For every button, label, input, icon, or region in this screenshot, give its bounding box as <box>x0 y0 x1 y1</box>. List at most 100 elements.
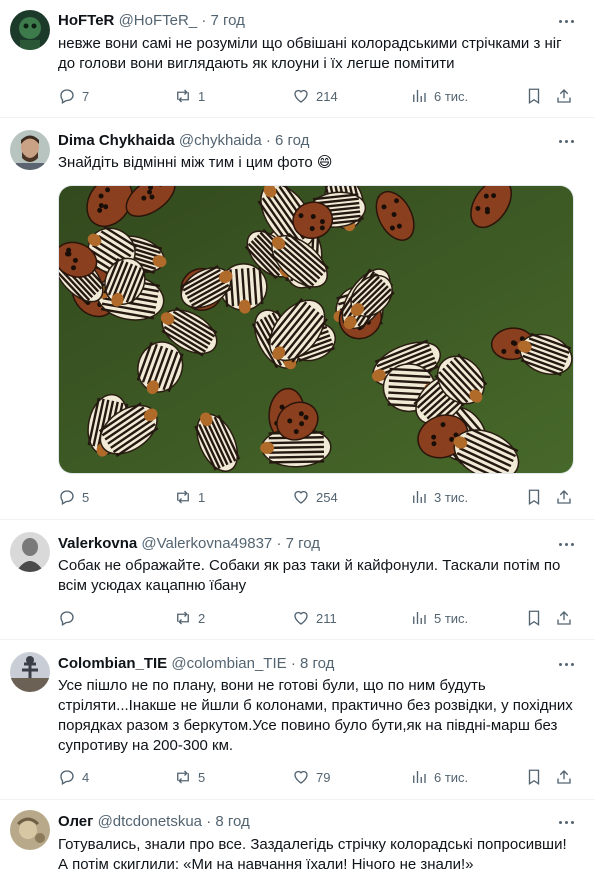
tweet-actions: 7 1 214 6 тис. <box>58 86 578 106</box>
tweet[interactable]: Олег @dtcdonetskua · 8 год Готувались, з… <box>0 800 595 884</box>
heart-icon <box>294 770 308 784</box>
author-handle[interactable]: @colombian_TIE <box>171 655 286 672</box>
timestamp[interactable]: · 6 год <box>266 132 310 149</box>
share-icon <box>557 770 571 784</box>
views-button[interactable]: 3 тис. <box>410 487 468 507</box>
view-count: 5 тис. <box>434 610 469 626</box>
repost-count: 2 <box>198 610 206 626</box>
repost-count: 1 <box>198 88 206 104</box>
avatar[interactable] <box>10 652 50 692</box>
author-name[interactable]: Valerkovna <box>58 535 137 552</box>
views-button[interactable]: 6 тис. <box>410 767 468 787</box>
reply-icon <box>60 611 74 626</box>
reply-button[interactable]: 7 <box>58 86 89 106</box>
repost-button[interactable]: 5 <box>174 767 205 787</box>
avatar[interactable] <box>10 10 50 50</box>
more-icon[interactable] <box>557 815 577 831</box>
tweet[interactable]: Valerkovna @Valerkovna49837 · 7 год Соба… <box>0 520 595 640</box>
author-handle[interactable]: @dtcdonetskua <box>98 813 202 830</box>
tweet-text-line: до голови вони виглядають як клоуни і їх… <box>58 55 455 72</box>
views-button[interactable]: 6 тис. <box>410 86 468 106</box>
tweet-text-line: А потім скиглили: «Ми на навчання їхали!… <box>58 856 474 873</box>
views-icon <box>413 771 426 783</box>
views-icon <box>413 491 426 503</box>
timestamp[interactable]: · 7 год <box>201 12 245 29</box>
tweet-header: Dima Chykhaida @chykhaida · 6 год <box>58 132 309 149</box>
author-handle[interactable]: @HoFTeR_ <box>119 12 198 29</box>
author-name[interactable]: Олег <box>58 813 93 830</box>
more-icon[interactable] <box>557 14 577 30</box>
reply-button[interactable]: 5 <box>58 487 89 507</box>
repost-icon <box>177 89 189 103</box>
bookmark-button[interactable] <box>525 86 543 106</box>
bookmark-icon <box>528 769 540 786</box>
timestamp[interactable]: · 7 год <box>276 535 320 552</box>
avatar[interactable] <box>10 130 50 170</box>
share-button[interactable] <box>555 767 573 787</box>
reply-button[interactable]: 4 <box>58 767 89 787</box>
views-button[interactable]: 5 тис. <box>410 608 468 628</box>
repost-button[interactable]: 1 <box>174 487 205 507</box>
heart-icon <box>294 89 308 103</box>
bookmark-button[interactable] <box>525 608 543 628</box>
avatar[interactable] <box>10 810 50 850</box>
heart-icon <box>294 611 308 625</box>
avatar[interactable] <box>10 532 50 572</box>
tweet-actions: 5 1 254 3 тис. <box>58 487 578 507</box>
author-name[interactable]: Colombian_TIE <box>58 655 167 672</box>
reply-icon <box>60 490 74 505</box>
tweet[interactable]: Dima Chykhaida @chykhaida · 6 год Знайді… <box>0 118 595 520</box>
tweet-text-line: Готувались, знали про все. Заздалегідь с… <box>58 836 567 853</box>
like-button[interactable]: 211 <box>292 608 337 628</box>
tweet-header: Colombian_TIE @colombian_TIE · 8 год <box>58 655 334 672</box>
share-icon <box>557 89 571 103</box>
author-name[interactable]: Dima Chykhaida <box>58 132 175 149</box>
tweet-header: Олег @dtcdonetskua · 8 год <box>58 813 250 830</box>
repost-button[interactable]: 2 <box>174 608 205 628</box>
bookmark-button[interactable] <box>525 487 543 507</box>
like-count: 211 <box>316 610 337 626</box>
repost-button[interactable]: 1 <box>174 86 205 106</box>
author-name[interactable]: HoFTeR <box>58 12 114 29</box>
bookmark-button[interactable] <box>525 767 543 787</box>
share-button[interactable] <box>555 608 573 628</box>
tweet-photo[interactable] <box>58 185 574 474</box>
bookmark-icon <box>528 489 540 506</box>
tweet-text-line: всім усюдах кацапню їбану <box>58 577 247 594</box>
reply-button[interactable] <box>58 608 82 628</box>
tweet[interactable]: HoFTeR @HoFTeR_ · 7 год невже вони самі … <box>0 0 595 118</box>
tweet-text: Собак не ображайте. Собаки як раз таки й… <box>58 556 578 596</box>
more-icon[interactable] <box>557 537 577 553</box>
share-button[interactable] <box>555 86 573 106</box>
view-count: 6 тис. <box>434 88 469 104</box>
view-count: 6 тис. <box>434 769 469 785</box>
like-count: 254 <box>316 489 338 505</box>
tweet[interactable]: Colombian_TIE @colombian_TIE · 8 год Усе… <box>0 640 595 800</box>
like-button[interactable]: 79 <box>292 767 330 787</box>
share-button[interactable] <box>555 487 573 507</box>
reply-count: 7 <box>82 88 90 104</box>
repost-count: 1 <box>198 489 206 505</box>
tweet-text-line: Знайдіть відмінні між тим і цим фото 😄 <box>58 154 333 171</box>
timestamp[interactable]: · 8 год <box>206 813 250 830</box>
tweet-actions: 4 5 79 6 тис. <box>58 767 578 787</box>
author-handle[interactable]: @chykhaida <box>179 132 262 149</box>
tweet-header: HoFTeR @HoFTeR_ · 7 год <box>58 12 245 29</box>
like-button[interactable]: 254 <box>292 487 338 507</box>
timestamp[interactable]: · 8 год <box>291 655 335 672</box>
tweet-text: Готувались, знали про все. Заздалегідь с… <box>58 835 578 875</box>
repost-count: 5 <box>198 769 206 785</box>
like-count: 214 <box>316 88 338 104</box>
repost-icon <box>177 490 189 504</box>
tweet-text-line: Усе пішло не по плану, вони не готові бу… <box>58 677 486 694</box>
views-icon <box>413 612 426 624</box>
reply-icon <box>60 770 74 785</box>
more-icon[interactable] <box>557 657 577 673</box>
tweet-text-line: невже вони самі не розуміли що обвішані … <box>58 35 562 52</box>
repost-icon <box>177 611 189 625</box>
views-icon <box>413 90 426 102</box>
more-icon[interactable] <box>557 134 577 150</box>
author-handle[interactable]: @Valerkovna49837 <box>141 535 272 552</box>
like-count: 79 <box>316 769 331 785</box>
like-button[interactable]: 214 <box>292 86 338 106</box>
